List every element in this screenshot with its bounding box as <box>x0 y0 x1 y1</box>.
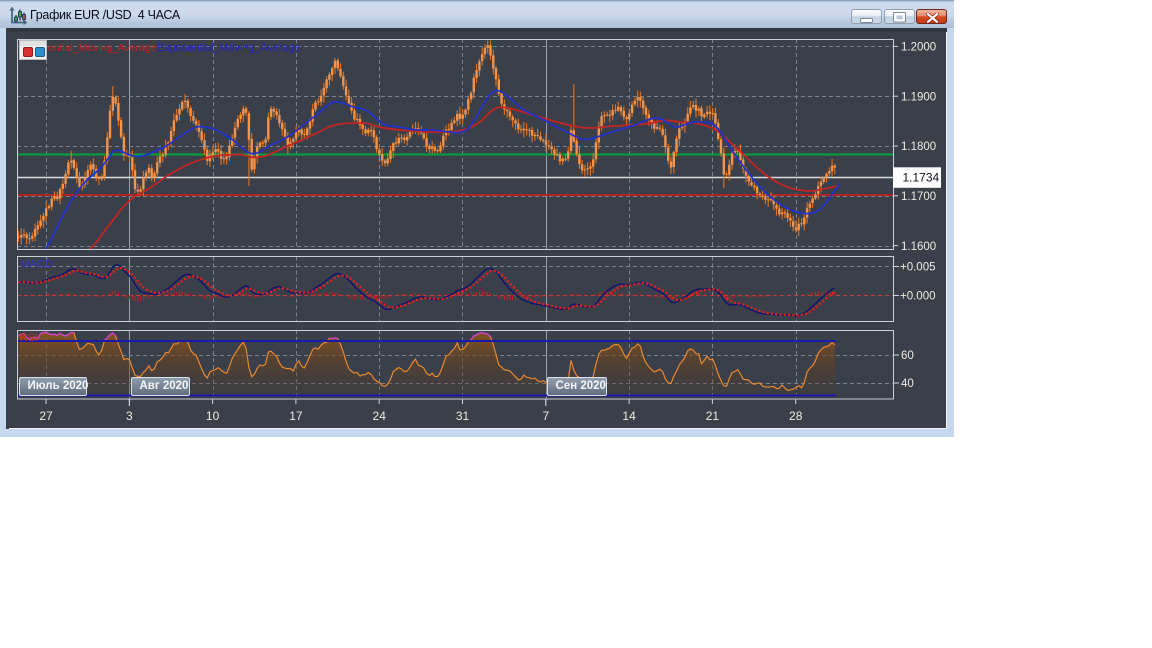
svg-text:28: 28 <box>789 409 803 423</box>
svg-text:17: 17 <box>289 409 303 423</box>
svg-text:1.1700: 1.1700 <box>901 191 936 203</box>
svg-text:31: 31 <box>456 409 470 423</box>
svg-text:Exponential_Moving_Average: Exponential_Moving_Average <box>157 42 300 54</box>
svg-text:1.2000: 1.2000 <box>901 42 936 54</box>
svg-text:1.1734: 1.1734 <box>903 171 940 185</box>
svg-text:1.1600: 1.1600 <box>901 241 936 253</box>
svg-text:RSI: RSI <box>20 332 38 344</box>
svg-text:MACD: MACD <box>21 259 53 271</box>
svg-text:ential_Moving_Average:: ential_Moving_Average: <box>48 43 159 54</box>
svg-text:27: 27 <box>39 409 53 423</box>
svg-text:1.1900: 1.1900 <box>901 91 936 103</box>
svg-text:+0.005: +0.005 <box>900 262 936 274</box>
svg-text:3: 3 <box>126 409 133 423</box>
svg-text:+0.000: +0.000 <box>900 291 936 303</box>
svg-text:1.1800: 1.1800 <box>901 141 936 153</box>
svg-text:24: 24 <box>373 409 387 423</box>
svg-text:21: 21 <box>706 409 720 423</box>
svg-text:60: 60 <box>901 350 914 362</box>
svg-text:10: 10 <box>206 409 220 423</box>
svg-text:7: 7 <box>542 409 549 423</box>
svg-text:14: 14 <box>622 409 636 423</box>
svg-text:40: 40 <box>901 378 914 390</box>
